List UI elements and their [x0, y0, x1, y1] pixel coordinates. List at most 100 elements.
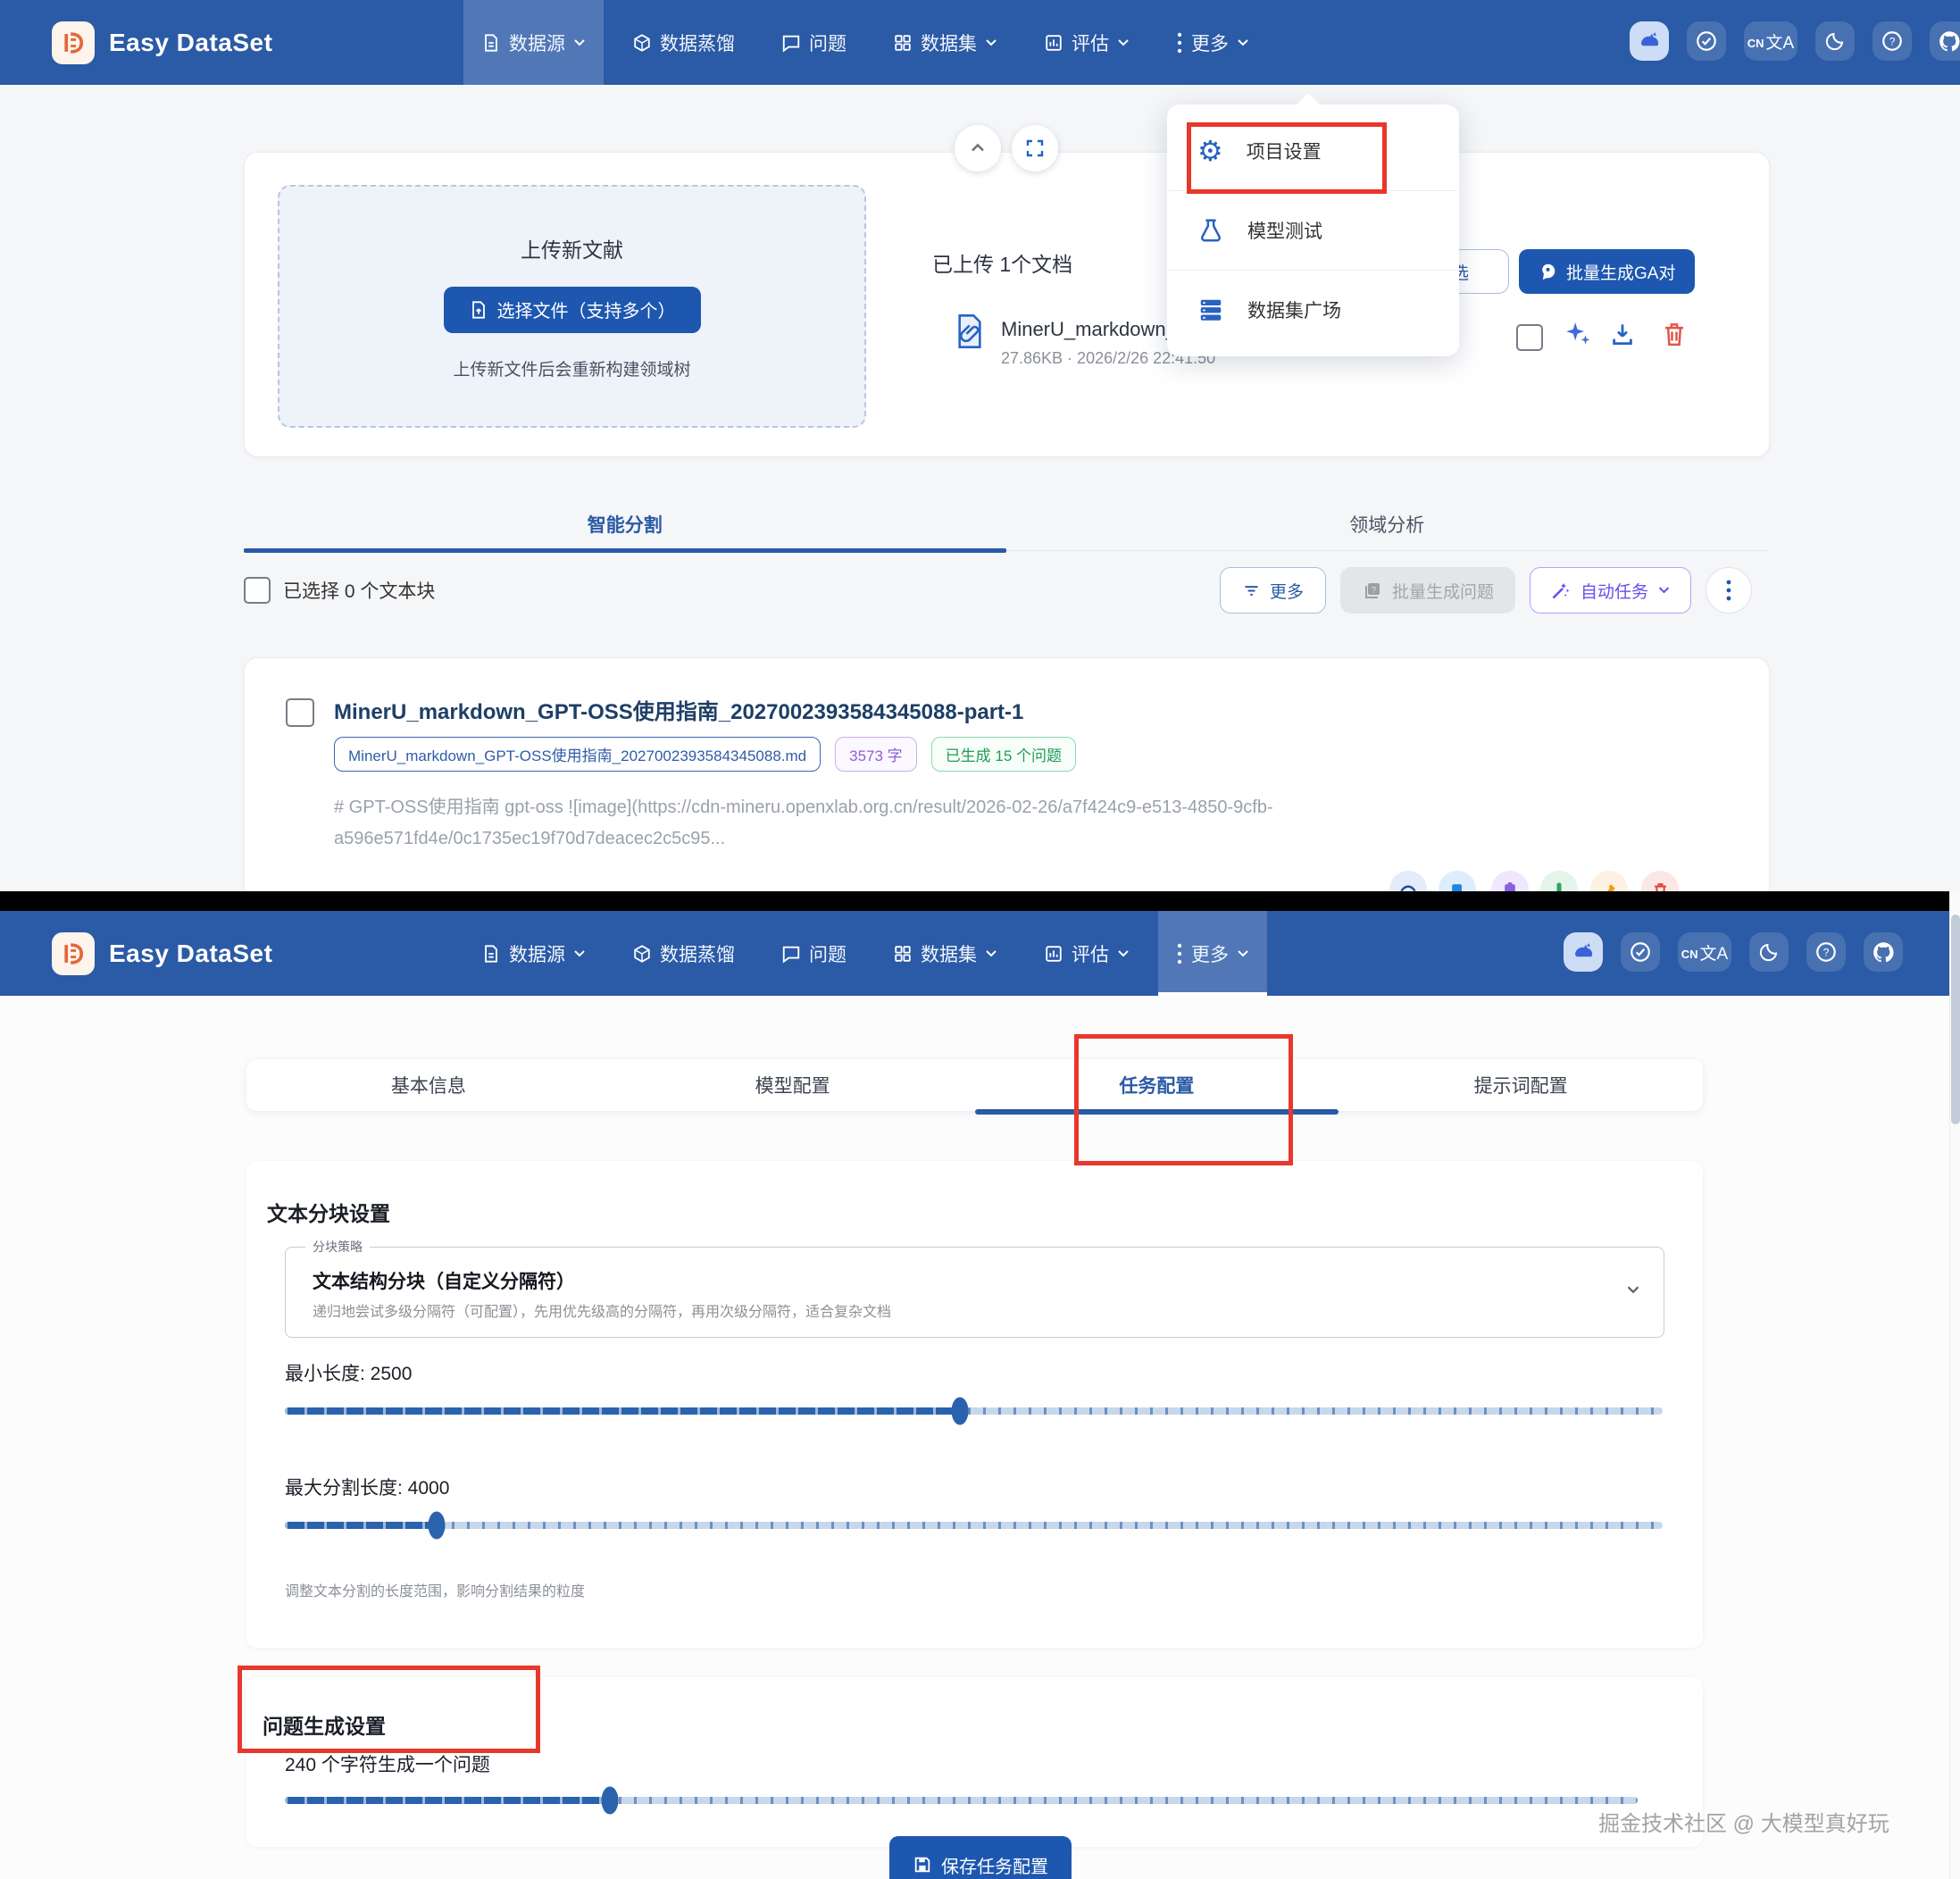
annotation-box-question-settings — [238, 1666, 540, 1753]
auto-task-button[interactable]: 自动任务 — [1530, 567, 1691, 614]
language-toggle[interactable]: CN文A — [1678, 932, 1731, 972]
nav-item-evaluate[interactable]: 评估 — [1026, 0, 1147, 85]
translate-icon: 文A — [1700, 940, 1729, 965]
help-icon[interactable]: ? — [1872, 21, 1912, 61]
upload-card: 上传新文献 选择文件（支持多个） 上传新文件后会重新构建领域树 已上传 1个文档… — [244, 152, 1770, 457]
top-navbar: Easy DataSet 数据源 数据蒸馏 问题 数据集 — [0, 0, 1960, 85]
app-logo[interactable] — [52, 21, 95, 64]
menu-item-label: 模型测试 — [1247, 217, 1322, 244]
toolbar-overflow-button[interactable] — [1706, 567, 1752, 614]
batch-generate-ga-button[interactable]: 批量生成GA对 — [1519, 249, 1695, 294]
download-icon[interactable] — [1609, 321, 1636, 347]
whale-logo-icon[interactable] — [1630, 21, 1669, 61]
marker-icon[interactable] — [1540, 871, 1578, 891]
app-logo[interactable] — [52, 932, 95, 975]
dark-mode-moon-icon[interactable] — [1749, 932, 1789, 972]
max-length-slider[interactable] — [285, 1522, 1663, 1529]
slider-thumb[interactable] — [952, 1398, 969, 1425]
strategy-value: 文本结构分块（自定义分隔符） — [313, 1267, 575, 1294]
tab-prompt-config[interactable]: 提示词配置 — [1339, 1059, 1703, 1111]
file-checkbox[interactable] — [1516, 324, 1543, 351]
tab-basic-info[interactable]: 基本信息 — [246, 1059, 611, 1111]
copy-icon[interactable] — [1439, 871, 1476, 891]
fullscreen-button[interactable] — [1012, 125, 1058, 171]
select-all-chunks-checkbox[interactable] — [244, 577, 271, 604]
select-arrow-icon — [1626, 1285, 1640, 1295]
brand-title: Easy DataSet — [109, 940, 272, 968]
chunk-strategy-select[interactable]: 分块策略 文本结构分块（自定义分隔符） 递归地尝试多级分隔符（可配置），先用优先… — [285, 1247, 1664, 1338]
more-filter-button[interactable]: 更多 — [1220, 567, 1326, 614]
nav-item-questions[interactable]: 问题 — [763, 0, 864, 85]
nav-item-datasource[interactable]: 数据源 — [463, 0, 604, 85]
chevron-up-icon — [967, 138, 988, 159]
uploaded-count-title: 已上传 1个文档 — [932, 247, 1072, 278]
github-icon[interactable] — [1864, 932, 1903, 972]
chevron-down-icon — [573, 38, 586, 47]
nav-item-distill[interactable]: 数据蒸馏 — [614, 0, 753, 85]
question-count-tag: 已生成 15 个问题 — [931, 737, 1076, 772]
chart-icon — [1044, 944, 1063, 964]
github-icon[interactable] — [1930, 21, 1960, 61]
chevron-down-icon — [1117, 949, 1130, 958]
batch-generate-question-button[interactable]: ? 批量生成问题 — [1340, 567, 1515, 614]
collapse-panel-button[interactable] — [955, 125, 1001, 171]
choose-file-button[interactable]: 选择文件（支持多个） — [444, 287, 701, 333]
tab-smart-split[interactable]: 智能分割 — [244, 498, 1006, 550]
menu-item-model-test[interactable]: 模型测试 — [1167, 191, 1459, 270]
magic-wand-icon — [1550, 580, 1572, 601]
nav-icon-group: CN文A ? — [1564, 932, 1903, 972]
chunk-preview-line: a596e571fd4e/0c1735ec19f70d7deacec2c5c95… — [334, 823, 1273, 855]
grid-icon — [893, 944, 913, 964]
slider-fill — [285, 1797, 610, 1804]
bookmark-icon[interactable] — [1590, 871, 1628, 891]
sparkle-icon[interactable] — [1563, 319, 1593, 349]
clipboard-icon[interactable] — [1491, 871, 1529, 891]
upload-hint: 上传新文件后会重新构建领域树 — [453, 356, 690, 380]
scrollbar[interactable] — [1949, 891, 1960, 1879]
strategy-desc: 递归地尝试多级分隔符（可配置），先用优先级高的分隔符，再用次级分隔符，适合复杂文… — [313, 1299, 891, 1321]
chevron-down-icon — [985, 949, 997, 958]
chevron-down-icon — [1657, 586, 1671, 595]
nav-item-datasets[interactable]: 数据集 — [875, 911, 1015, 996]
tab-domain-analysis[interactable]: 领域分析 — [1006, 498, 1769, 550]
whale-logo-icon[interactable] — [1564, 932, 1603, 972]
nav-item-label: 更多 — [1191, 29, 1229, 56]
trash-icon[interactable] — [1661, 321, 1688, 347]
language-toggle[interactable]: CN文A — [1744, 21, 1797, 61]
nav-item-datasets[interactable]: 数据集 — [875, 0, 1015, 85]
slider-thumb[interactable] — [428, 1512, 445, 1540]
delete-icon[interactable] — [1641, 871, 1679, 891]
bottom-navbar: Easy DataSet 数据源 数据蒸馏 问题 数据集 — [0, 911, 1960, 996]
document-icon — [481, 944, 501, 964]
dark-mode-moon-icon[interactable] — [1815, 21, 1855, 61]
nav-item-evaluate[interactable]: 评估 — [1026, 911, 1147, 996]
min-length-slider[interactable] — [285, 1407, 1663, 1415]
slider-thumb[interactable] — [601, 1787, 618, 1815]
file-tag[interactable]: MinerU_markdown_GPT-OSS使用指南_202700239358… — [334, 737, 821, 772]
svg-text:?: ? — [1372, 586, 1376, 596]
annotation-box-task-config — [1074, 1034, 1293, 1165]
chunk-title[interactable]: MinerU_markdown_GPT-OSS使用指南_202700239358… — [334, 694, 1023, 725]
nav-item-datasource[interactable]: 数据源 — [463, 911, 604, 996]
attachment-icon — [955, 313, 985, 349]
nav-item-distill[interactable]: 数据蒸馏 — [614, 911, 753, 996]
save-task-config-button[interactable]: 保存任务配置 — [889, 1836, 1072, 1879]
tab-label: 模型配置 — [755, 1072, 830, 1098]
upload-dropzone[interactable]: 上传新文献 选择文件（支持多个） 上传新文件后会重新构建领域树 — [278, 185, 866, 428]
filter-icon — [1242, 581, 1261, 600]
menu-item-dataset-square[interactable]: 数据集广场 — [1167, 271, 1459, 349]
settings-tab-bar: 基本信息 模型配置 任务配置 提示词配置 — [246, 1059, 1703, 1111]
question-rate-slider[interactable] — [285, 1797, 1638, 1804]
chunk-checkbox[interactable] — [286, 698, 314, 727]
watermark-text: 掘金技术社区 @ 大模型真好玩 — [1598, 1806, 1889, 1837]
nav-item-questions[interactable]: 问题 — [763, 911, 864, 996]
help-icon[interactable]: ? — [1806, 932, 1846, 972]
main-menu: 数据源 数据蒸馏 问题 数据集 评估 — [463, 911, 1267, 996]
check-circle-icon[interactable] — [1687, 21, 1726, 61]
nav-item-more[interactable]: 更多 — [1158, 911, 1267, 996]
view-icon[interactable] — [1389, 871, 1427, 891]
check-circle-icon[interactable] — [1621, 932, 1660, 972]
tab-model-config[interactable]: 模型配置 — [611, 1059, 975, 1111]
nav-item-more[interactable]: 更多 — [1158, 0, 1267, 85]
scrollbar-thumb[interactable] — [1951, 914, 1960, 1124]
